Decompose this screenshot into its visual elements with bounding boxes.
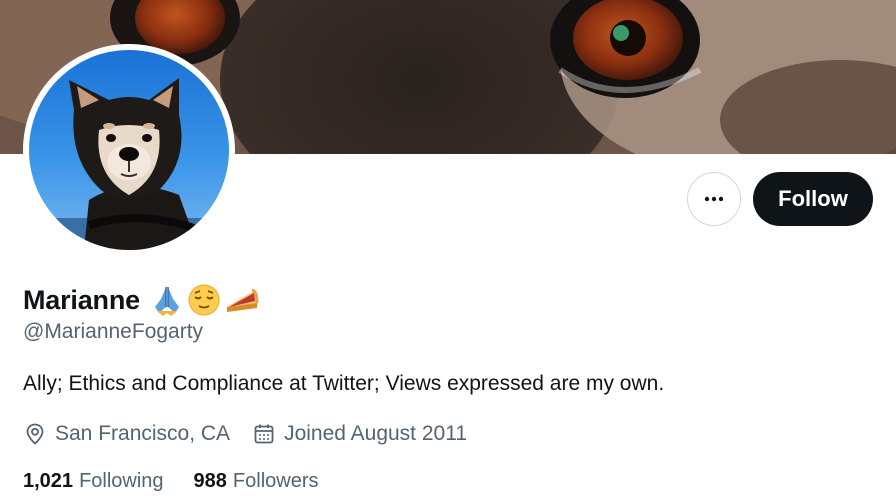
location-pin-icon bbox=[26, 423, 44, 445]
avatar[interactable] bbox=[23, 44, 235, 256]
location-item: San Francisco, CA bbox=[23, 422, 230, 446]
name-emojis bbox=[150, 283, 260, 317]
following-link[interactable]: 1,021 Following bbox=[23, 470, 164, 493]
location-text: San Francisco, CA bbox=[55, 422, 231, 445]
display-name: Marianne bbox=[23, 284, 140, 315]
more-horizontal-icon bbox=[704, 196, 724, 202]
pie-emoji bbox=[226, 288, 259, 312]
more-options-button[interactable] bbox=[687, 172, 741, 226]
following-count: 1,021 bbox=[23, 469, 74, 492]
followers-count: 988 bbox=[193, 469, 227, 492]
calendar-icon bbox=[254, 424, 274, 444]
profile-bio: Ally; Ethics and Compliance at Twitter; … bbox=[23, 372, 665, 395]
follow-button[interactable]: Follow bbox=[753, 172, 873, 226]
relieved-face-emoji bbox=[188, 284, 220, 316]
followers-label: Followers bbox=[232, 469, 319, 492]
folded-hands-emoji bbox=[154, 287, 179, 316]
joined-text: Joined August 2011 bbox=[284, 422, 468, 445]
following-label: Following bbox=[79, 469, 164, 492]
followers-link[interactable]: 988 Followers bbox=[194, 470, 319, 493]
display-name-row: Marianne bbox=[23, 282, 260, 318]
avatar-image bbox=[29, 50, 229, 250]
joined-item: Joined August 2011 bbox=[252, 422, 467, 446]
user-handle: @MarianneFogarty bbox=[23, 320, 204, 343]
profile-meta: San Francisco, CA Joined August 2011 bbox=[23, 419, 489, 449]
follow-stats: 1,021 Following 988 Followers bbox=[23, 467, 349, 495]
